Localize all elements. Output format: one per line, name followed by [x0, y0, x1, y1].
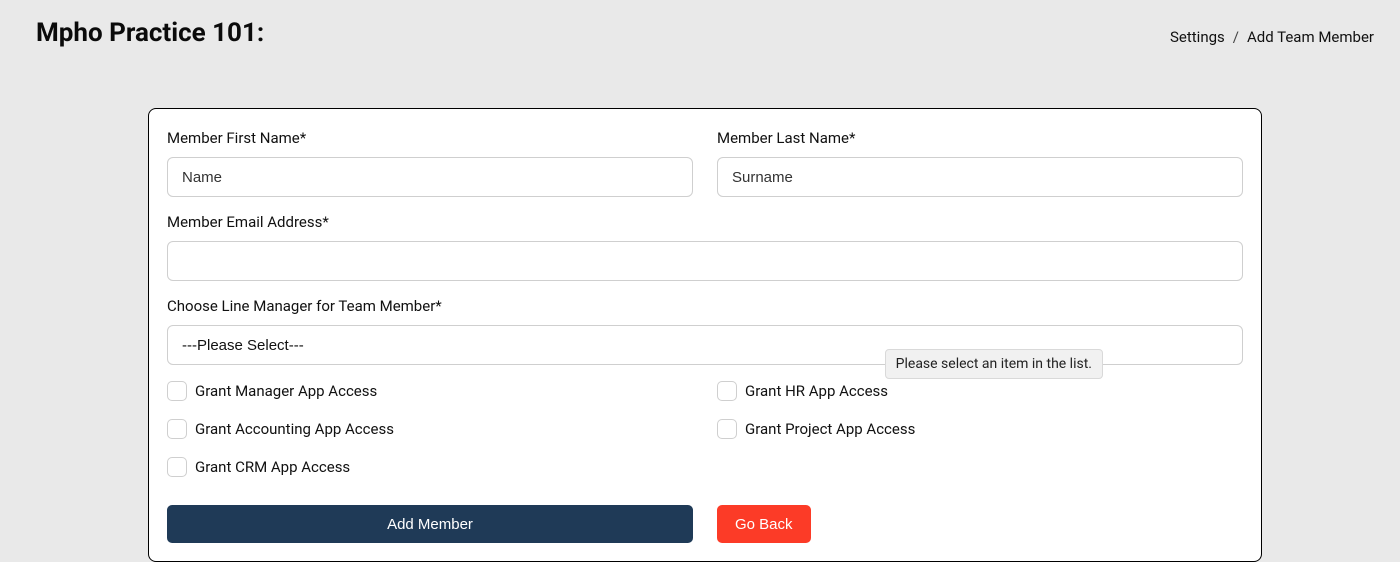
grant-accounting-checkbox[interactable] — [167, 419, 187, 439]
add-member-button[interactable]: Add Member — [167, 505, 693, 543]
email-input[interactable] — [167, 241, 1243, 281]
grant-project-label: Grant Project App Access — [745, 420, 915, 438]
validation-tooltip: Please select an item in the list. — [885, 349, 1103, 379]
breadcrumb-settings[interactable]: Settings — [1170, 28, 1225, 46]
grant-crm-label: Grant CRM App Access — [195, 458, 350, 476]
line-manager-label: Choose Line Manager for Team Member* — [167, 297, 1243, 315]
grant-manager-label: Grant Manager App Access — [195, 382, 377, 400]
grant-crm-checkbox[interactable] — [167, 457, 187, 477]
form-card: Member First Name* Member Last Name* Mem… — [148, 108, 1262, 562]
email-label: Member Email Address* — [167, 213, 1243, 231]
grant-hr-checkbox[interactable] — [717, 381, 737, 401]
last-name-input[interactable] — [717, 157, 1243, 197]
last-name-label: Member Last Name* — [717, 129, 1243, 147]
grant-manager-checkbox[interactable] — [167, 381, 187, 401]
grant-accounting-label: Grant Accounting App Access — [195, 420, 394, 438]
go-back-button[interactable]: Go Back — [717, 505, 811, 543]
first-name-label: Member First Name* — [167, 129, 693, 147]
grant-hr-label: Grant HR App Access — [745, 382, 888, 400]
page-title: Mpho Practice 101: — [36, 18, 264, 48]
breadcrumb: Settings / Add Team Member — [1170, 18, 1374, 46]
grant-project-checkbox[interactable] — [717, 419, 737, 439]
first-name-input[interactable] — [167, 157, 693, 197]
breadcrumb-separator: / — [1233, 28, 1239, 46]
breadcrumb-current: Add Team Member — [1247, 28, 1374, 46]
